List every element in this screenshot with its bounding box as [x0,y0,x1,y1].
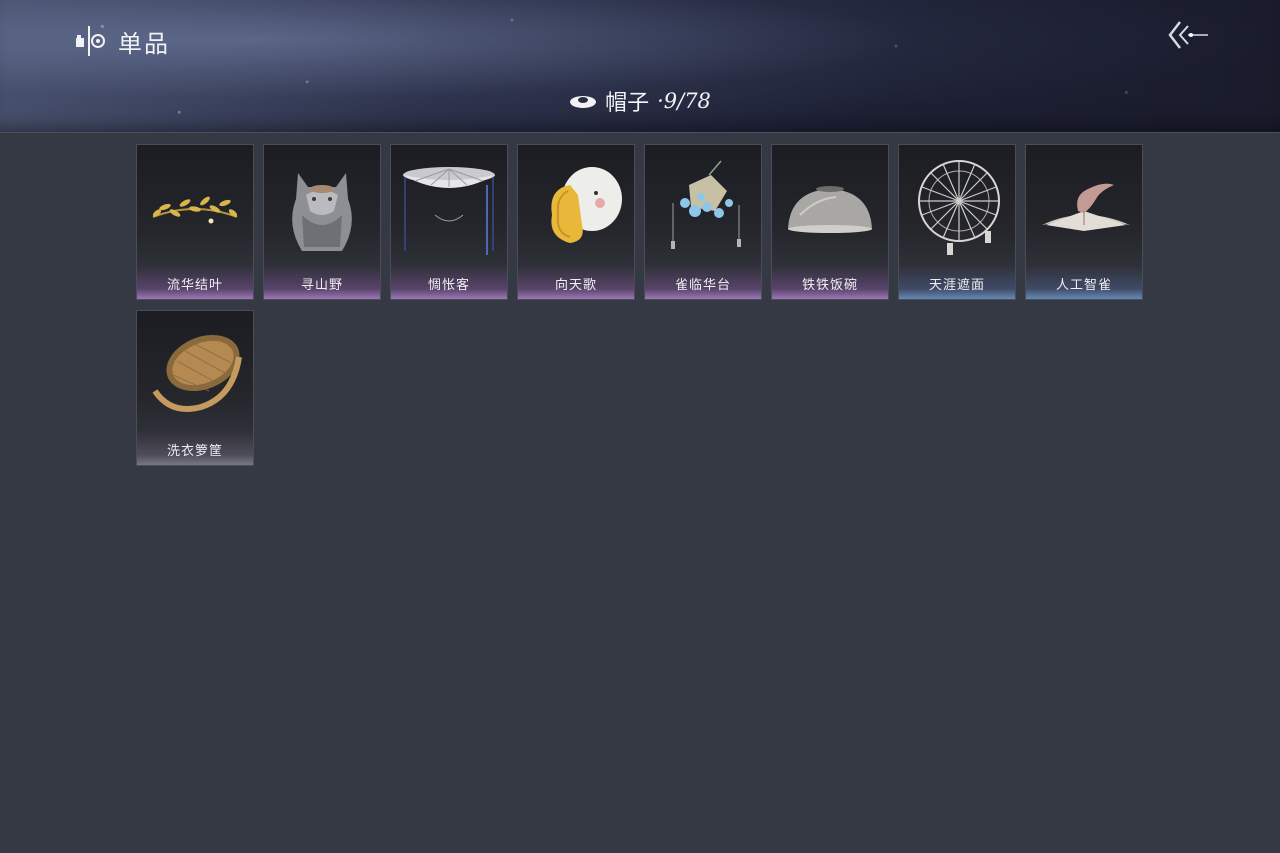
item-name: 寻山野 [300,278,343,293]
back-arrow-icon [1168,21,1208,49]
item-card[interactable]: 雀临华台 [644,144,762,300]
item-name: 洗衣箩筐 [166,444,223,459]
laurel-crown-icon [152,196,238,224]
item-card[interactable]: 铁铁饭碗 [771,144,889,300]
item-card[interactable]: 人工智雀 [1025,144,1143,300]
wicker-basket-icon [152,335,242,412]
section-title: 单品 [74,24,170,58]
item-grid: 流华结叶 寻山野 惆怅客 向天歌 雀临华台 铁铁饭碗 天涯遮面 人工智雀 洗衣箩… [136,144,1146,466]
flower-hairpiece-icon [671,160,741,249]
veiled-bamboo-hat-icon [403,167,495,255]
item-name: 流华结叶 [166,278,223,293]
umbrella-frame-icon [918,160,1000,255]
bird-hat-icon [1042,183,1130,231]
category-header: 帽子 ·9/78 [0,84,1280,118]
item-card[interactable]: 向天歌 [517,144,635,300]
item-name: 人工智雀 [1055,278,1112,293]
item-name: 惆怅客 [427,278,470,293]
top-header: 单品 帽子 ·9/78 [0,0,1280,133]
item-name: 向天歌 [554,278,597,293]
iron-bowl-hat-icon [788,186,872,233]
category-label: 帽子 [605,91,650,116]
wolf-hood-icon [292,173,352,251]
outfit-icon [76,26,105,56]
hat-icon [570,96,597,108]
item-card[interactable]: 惆怅客 [390,144,508,300]
item-name: 铁铁饭碗 [801,278,858,293]
item-card[interactable]: 天涯遮面 [898,144,1016,300]
section-label: 单品 [118,29,170,58]
item-name: 天涯遮面 [928,278,985,293]
item-name: 雀临华台 [674,278,731,293]
item-card[interactable]: 寻山野 [263,144,381,300]
category-count: ·9/78 [657,89,711,113]
item-card[interactable]: 流华结叶 [136,144,254,300]
goose-hat-icon [551,167,622,243]
back-button[interactable] [1166,18,1210,52]
item-card[interactable]: 洗衣箩筐 [136,310,254,466]
